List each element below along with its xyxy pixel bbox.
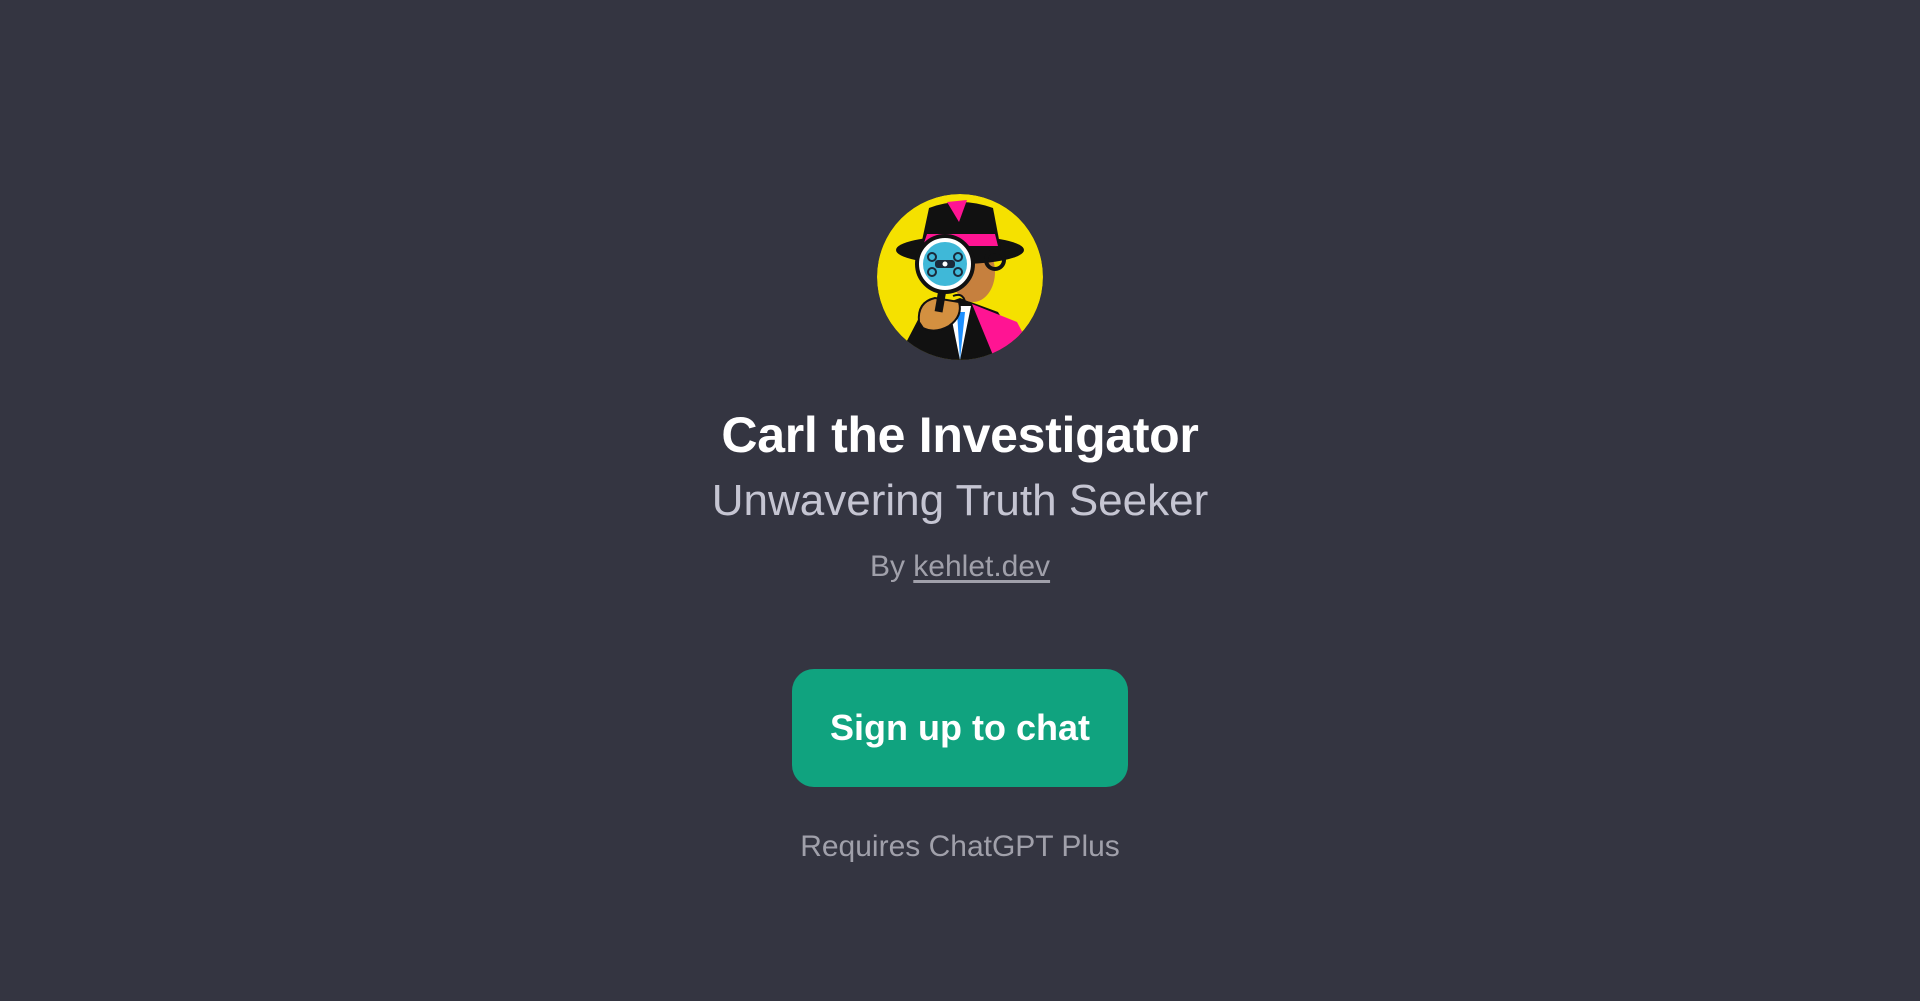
author-byline: By kehlet.dev xyxy=(870,549,1050,585)
author-link[interactable]: kehlet.dev xyxy=(913,550,1050,583)
gpt-avatar xyxy=(877,194,1043,360)
byline-prefix: By xyxy=(869,550,905,584)
gpt-landing-page: Carl the Investigator Unwavering Truth S… xyxy=(0,0,1920,1001)
gpt-title: Carl the Investigator xyxy=(721,407,1199,463)
signup-button[interactable]: Sign up to chat xyxy=(792,669,1128,788)
gpt-description: Unwavering Truth Seeker xyxy=(711,476,1209,525)
plan-requirement-note: Requires ChatGPT Plus xyxy=(800,830,1120,864)
detective-avatar-icon xyxy=(877,194,1043,360)
